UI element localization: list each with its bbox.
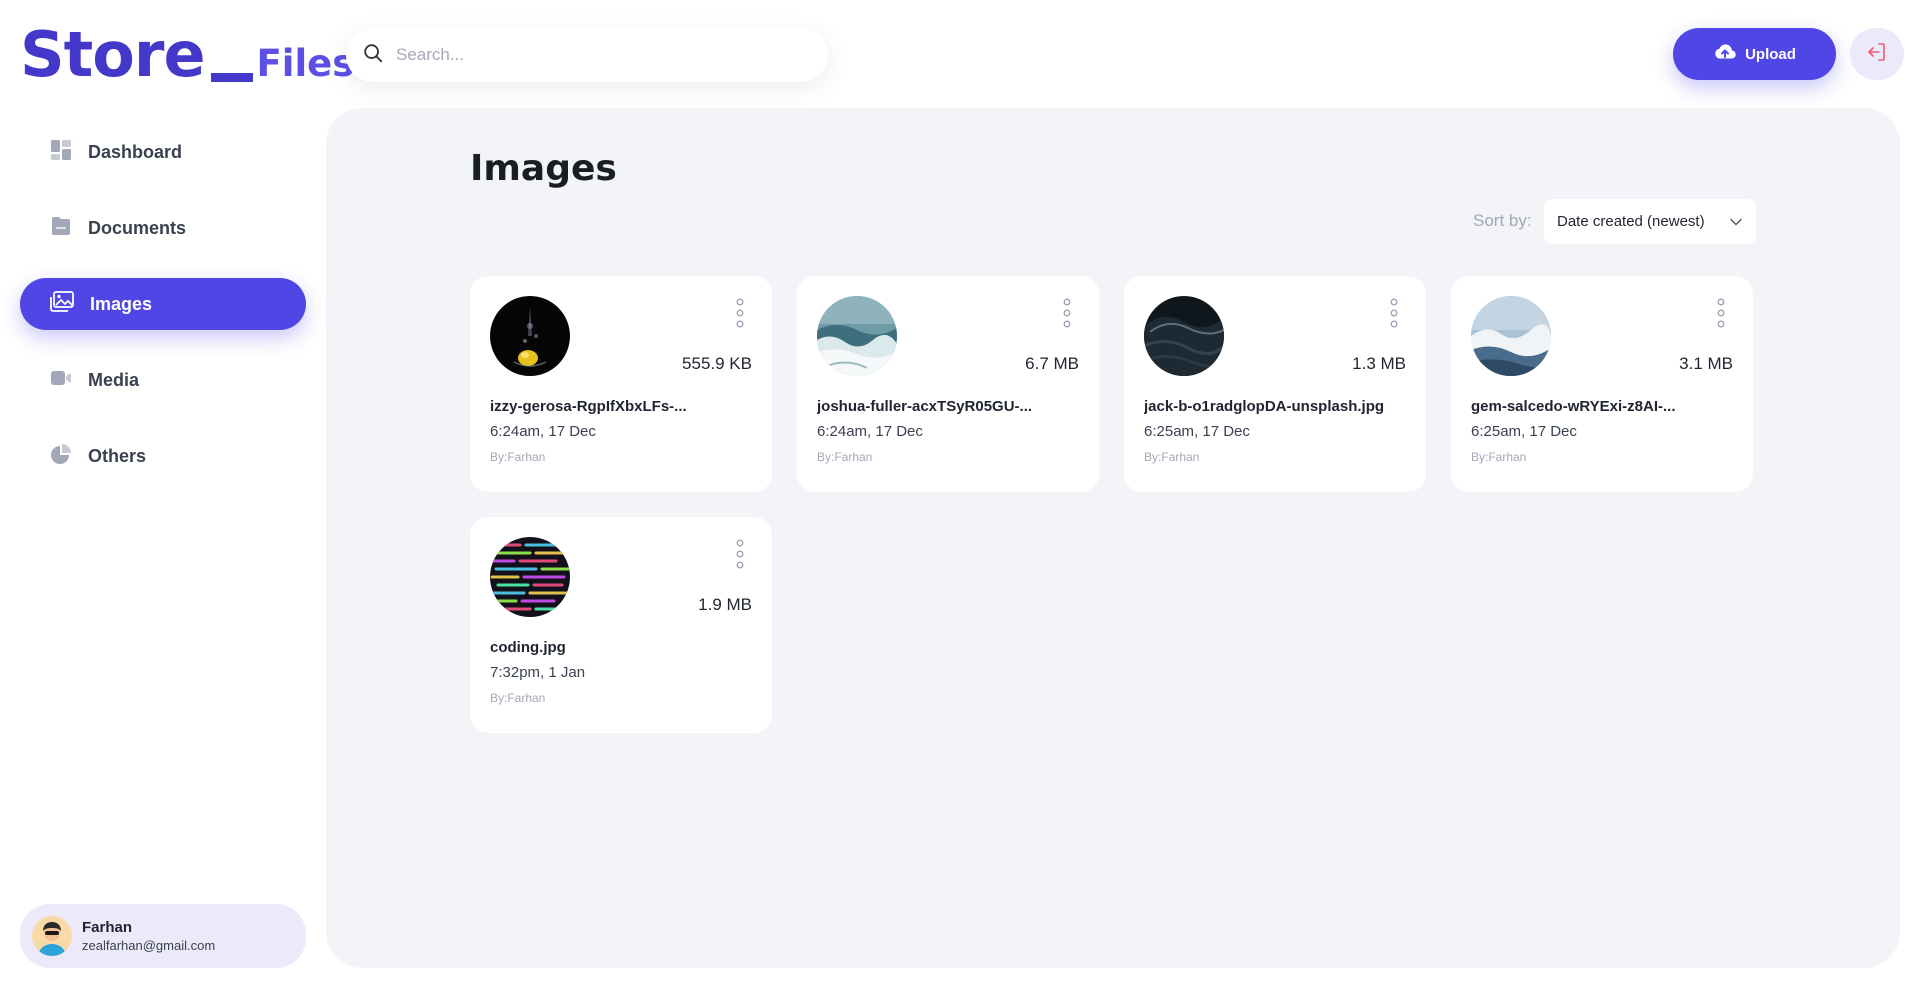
file-name: gem-salcedo-wRYExi-z8AI-... — [1471, 398, 1676, 415]
app-root: Store Files Upload Dashboard — [0, 0, 1920, 993]
file-owner: By:Farhan — [490, 691, 546, 705]
file-card[interactable]: 1.3 MB jack-b-o1radglopDA-unsplash.jpg 6… — [1124, 276, 1426, 492]
file-date: 6:25am, 17 Dec — [1144, 423, 1250, 440]
file-date: 6:24am, 17 Dec — [490, 423, 596, 440]
user-info: Farhan zealfarhan@gmail.com — [82, 919, 215, 954]
file-thumbnail — [490, 296, 570, 376]
logo-underscore — [210, 73, 253, 82]
more-options-icon[interactable] — [736, 539, 744, 574]
logo-store-text: Store — [20, 18, 206, 91]
file-card[interactable]: 1.9 MB coding.jpg 7:32pm, 1 Jan By:Farha… — [470, 517, 772, 733]
upload-button-label: Upload — [1745, 45, 1796, 63]
file-owner: By:Farhan — [817, 450, 873, 464]
file-card[interactable]: 555.9 KB izzy-gerosa-RgpIfXbxLFs-... 6:2… — [470, 276, 772, 492]
file-date: 6:24am, 17 Dec — [817, 423, 923, 440]
logout-icon — [1865, 40, 1889, 69]
file-card[interactable]: 6.7 MB joshua-fuller-acxTSyR05GU-... 6:2… — [797, 276, 1099, 492]
file-name: jack-b-o1radglopDA-unsplash.jpg — [1144, 398, 1385, 415]
chevron-down-icon — [1730, 213, 1742, 230]
file-name: coding.jpg — [490, 639, 566, 656]
file-date: 7:32pm, 1 Jan — [490, 664, 586, 681]
user-email: zealfarhan@gmail.com — [82, 937, 216, 953]
search-bar — [346, 28, 828, 82]
file-owner: By:Farhan — [1471, 450, 1527, 464]
sidebar-item-dashboard[interactable]: Dashboard — [20, 126, 306, 178]
file-name: izzy-gerosa-RgpIfXbxLFs-... — [490, 398, 687, 415]
search-icon — [362, 42, 384, 69]
sidebar-item-images[interactable]: Images — [20, 278, 306, 330]
sort-value: Date created (newest) — [1557, 213, 1705, 230]
sidebar-item-label: Media — [88, 369, 140, 390]
file-date: 6:25am, 17 Dec — [1471, 423, 1577, 440]
file-size: 1.9 MB — [698, 595, 752, 614]
folder-icon — [50, 215, 72, 242]
sidebar-item-label: Images — [90, 293, 153, 314]
dashboard-icon — [50, 139, 72, 166]
sidebar-item-label: Others — [88, 445, 147, 466]
file-size: 555.9 KB — [682, 354, 752, 373]
file-card[interactable]: 3.1 MB gem-salcedo-wRYExi-z8AI-... 6:25a… — [1451, 276, 1753, 492]
more-options-icon[interactable] — [736, 298, 744, 333]
upload-button[interactable]: Upload — [1673, 28, 1836, 80]
search-input[interactable] — [396, 45, 796, 65]
sidebar-item-documents[interactable]: Documents — [20, 202, 306, 254]
sort-label: Sort by: — [1473, 211, 1532, 230]
file-thumbnail — [1144, 296, 1224, 376]
more-options-icon[interactable] — [1390, 298, 1398, 333]
file-size: 3.1 MB — [1679, 354, 1733, 373]
images-icon — [50, 290, 74, 318]
sidebar-item-label: Dashboard — [88, 141, 183, 162]
cloud-upload-icon — [1713, 42, 1737, 66]
file-owner: By:Farhan — [1144, 450, 1200, 464]
sidebar-item-media[interactable]: Media — [20, 354, 306, 406]
more-options-icon[interactable] — [1717, 298, 1725, 333]
sort-select[interactable]: Date created (newest) — [1544, 199, 1756, 244]
sidebar-item-label: Documents — [88, 217, 187, 238]
file-thumbnail — [490, 537, 570, 617]
avatar — [32, 916, 72, 956]
user-profile-card[interactable]: Farhan zealfarhan@gmail.com — [20, 904, 306, 968]
sidebar-item-others[interactable]: Others — [20, 430, 306, 482]
file-grid: 555.9 KB izzy-gerosa-RgpIfXbxLFs-... 6:2… — [470, 276, 1753, 733]
file-size: 1.3 MB — [1352, 354, 1406, 373]
main-panel: Images Sort by: Date created (newest) 55… — [326, 108, 1900, 968]
video-icon — [50, 367, 72, 394]
logout-button[interactable] — [1850, 28, 1904, 80]
page-title: Images — [470, 148, 617, 189]
file-size: 6.7 MB — [1025, 354, 1079, 373]
user-name: Farhan — [82, 918, 133, 936]
logo-files-text: Files — [256, 42, 355, 85]
more-options-icon[interactable] — [1063, 298, 1071, 333]
file-thumbnail — [817, 296, 897, 376]
file-name: joshua-fuller-acxTSyR05GU-... — [817, 398, 1033, 415]
file-thumbnail — [1471, 296, 1551, 376]
file-owner: By:Farhan — [490, 450, 546, 464]
app-logo[interactable]: Store Files — [20, 22, 354, 88]
pie-icon — [50, 443, 72, 470]
